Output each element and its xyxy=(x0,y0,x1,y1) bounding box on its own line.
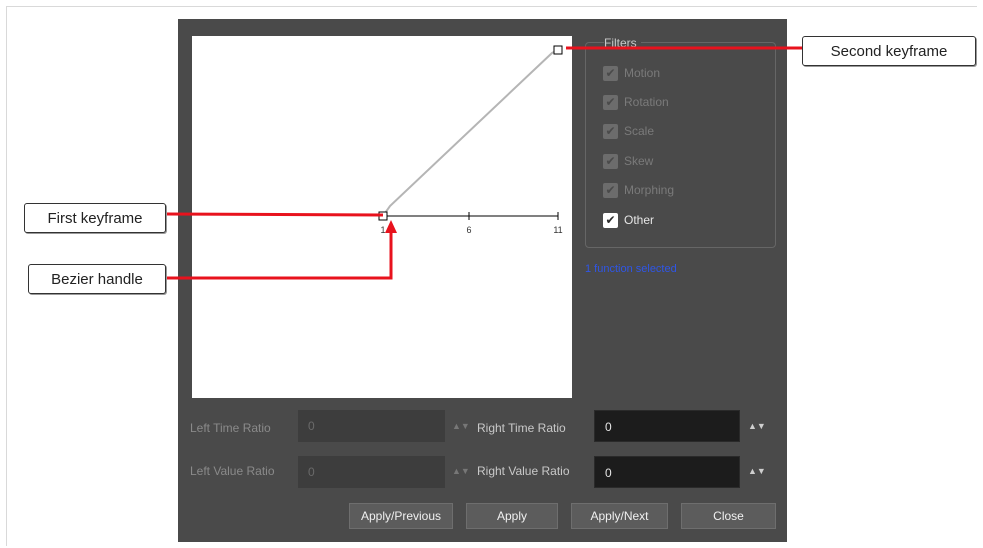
apply-previous-button[interactable]: Apply/Previous xyxy=(349,503,453,529)
callout-second-keyframe: Second keyframe xyxy=(802,36,976,66)
left-value-ratio-input: 0 xyxy=(298,456,445,488)
function-curve xyxy=(382,49,559,217)
right-value-ratio-label: Right Value Ratio xyxy=(477,464,570,478)
filter-label: Morphing xyxy=(624,183,675,197)
right-time-ratio-label: Right Time Ratio xyxy=(477,421,566,435)
filter-label: Motion xyxy=(624,66,661,80)
filter-rotation: ✔ Rotation xyxy=(603,93,669,111)
filters-title: Filters xyxy=(604,36,641,50)
filter-label: Scale xyxy=(624,124,655,138)
tick-label-6: 6 xyxy=(466,225,472,235)
callout-bezier-handle: Bezier handle xyxy=(28,264,166,294)
check-icon[interactable]: ✔ xyxy=(603,212,618,228)
spinner-icon[interactable]: ▲▼ xyxy=(748,421,766,431)
apply-next-button[interactable]: Apply/Next xyxy=(571,503,668,529)
filter-other[interactable]: ✔ Other xyxy=(603,211,654,229)
left-time-ratio-input: 0 xyxy=(298,410,445,442)
filter-morphing: ✔ Morphing xyxy=(603,181,674,199)
spinner-icon[interactable]: ▲▼ xyxy=(748,466,766,476)
function-graph[interactable]: 1 6 11 xyxy=(192,36,572,398)
tick-label-11: 11 xyxy=(553,225,563,235)
apply-button[interactable]: Apply xyxy=(466,503,558,529)
selection-status: 1 function selected xyxy=(585,263,677,275)
callout-first-keyframe: First keyframe xyxy=(24,203,166,233)
right-value-ratio-input[interactable]: 0 xyxy=(594,456,740,488)
spinner-icon: ▲▼ xyxy=(452,421,470,431)
close-button[interactable]: Close xyxy=(681,503,776,529)
check-icon: ✔ xyxy=(603,94,618,110)
filter-label: Rotation xyxy=(624,95,669,109)
check-icon: ✔ xyxy=(603,182,618,198)
spinner-icon: ▲▼ xyxy=(452,466,470,476)
second-keyframe-point[interactable] xyxy=(553,45,563,55)
right-time-ratio-input[interactable]: 0 xyxy=(594,410,740,442)
left-time-ratio-label: Left Time Ratio xyxy=(190,421,271,435)
left-value-ratio-label: Left Value Ratio xyxy=(190,464,275,478)
graph-canvas xyxy=(378,45,563,221)
filter-skew: ✔ Skew xyxy=(603,152,653,170)
check-icon: ✔ xyxy=(603,123,618,139)
filter-label: Other xyxy=(624,213,655,227)
first-keyframe-point[interactable] xyxy=(378,211,388,221)
check-icon: ✔ xyxy=(603,153,618,169)
filter-motion: ✔ Motion xyxy=(603,64,660,82)
filter-label: Skew xyxy=(624,154,654,168)
tick-label-1: 1 xyxy=(380,225,386,235)
filter-scale: ✔ Scale xyxy=(603,122,654,140)
check-icon: ✔ xyxy=(603,65,618,81)
